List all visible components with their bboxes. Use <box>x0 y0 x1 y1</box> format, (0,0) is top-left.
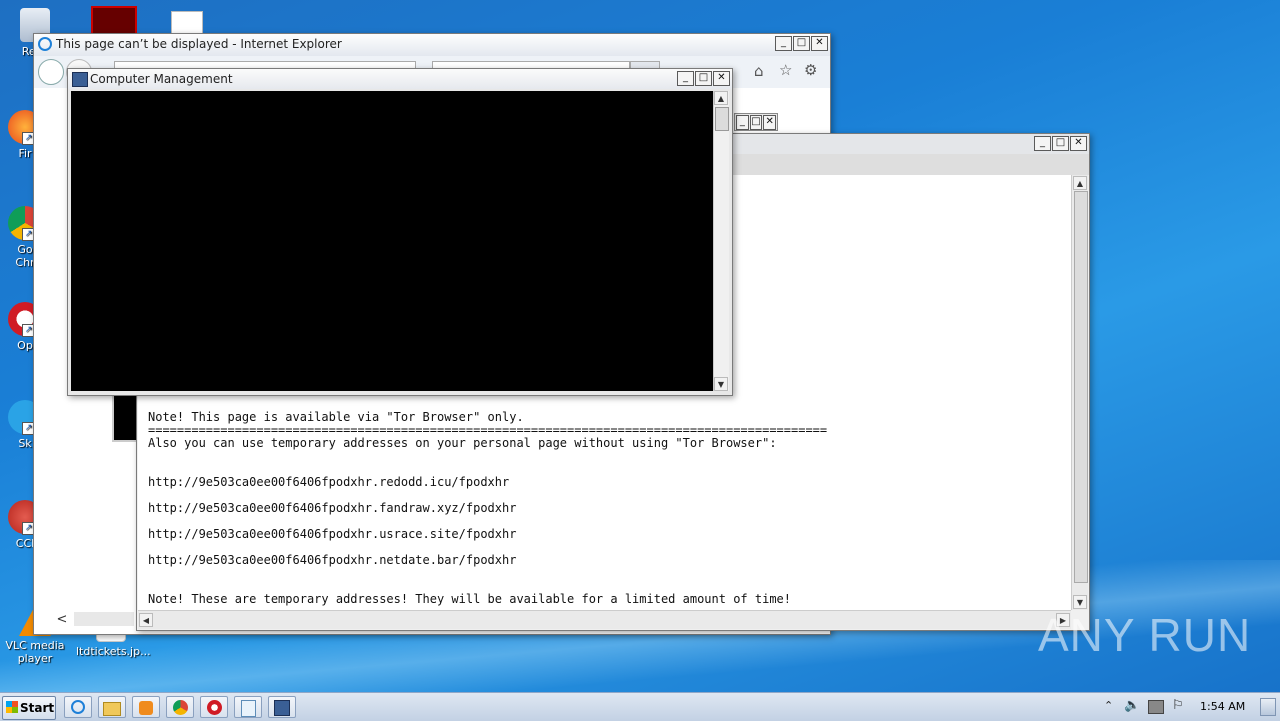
maximize-button[interactable]: □ <box>749 115 763 130</box>
computer-management-icon <box>274 700 290 716</box>
ie-icon <box>71 700 85 714</box>
show-hidden-icons-chevron-icon[interactable]: ⌃ <box>1104 699 1113 712</box>
close-button[interactable]: ✕ <box>1070 136 1087 151</box>
note-line <box>148 567 827 580</box>
cm-vscroll[interactable]: ▲ ▼ <box>713 91 729 391</box>
note-line: http://9e503ca0ee00f6406fpodxhr.redodd.i… <box>148 475 510 489</box>
favorites-star-icon[interactable]: ☆ <box>779 61 792 79</box>
windows-logo-icon <box>6 701 18 713</box>
taskbar-notepad-button[interactable] <box>234 696 262 718</box>
show-desktop-button[interactable] <box>1260 698 1276 716</box>
maximize-button[interactable]: □ <box>1052 136 1069 151</box>
minimize-button[interactable]: _ <box>1034 136 1051 151</box>
back-button[interactable] <box>38 59 64 85</box>
maximize-button[interactable]: □ <box>695 71 712 86</box>
note-line: http://9e503ca0ee00f6406fpodxhr.usrace.s… <box>148 527 517 541</box>
clock[interactable]: 1:54 AM <box>1200 700 1245 713</box>
ie-logo-icon <box>38 37 52 51</box>
ie-hscroll-track[interactable] <box>74 612 134 626</box>
action-center-flag-icon[interactable]: ⚐ <box>1172 698 1184 713</box>
close-button[interactable]: ✕ <box>763 115 777 130</box>
note-line: http://9e503ca0ee00f6406fpodxhr.netdate.… <box>148 553 517 567</box>
folder-icon <box>103 702 121 716</box>
minimize-button[interactable]: _ <box>775 36 792 51</box>
console-area[interactable] <box>71 91 713 391</box>
ie-titlebar[interactable]: This page can’t be displayed - Internet … <box>34 34 830 56</box>
computer-management-icon <box>72 72 88 87</box>
cm-titlebar[interactable]: Computer Management _ □ ✕ <box>68 69 732 89</box>
note-hscroll[interactable]: ◀ ▶ <box>138 610 1071 629</box>
minimize-button[interactable]: _ <box>736 115 749 130</box>
notepad-icon <box>240 700 256 717</box>
scroll-down-arrow-icon[interactable]: ▼ <box>714 377 728 391</box>
note-line <box>148 450 827 463</box>
taskbar-media-button[interactable] <box>132 696 160 718</box>
start-label: Start <box>20 701 55 715</box>
note-line: Also you can use temporary addresses on … <box>148 436 777 450</box>
start-button[interactable]: Start <box>2 696 56 720</box>
taskbar-explorer-button[interactable] <box>98 696 126 718</box>
opera-icon <box>206 700 222 715</box>
note-line: Note! These are temporary addresses! The… <box>148 592 791 606</box>
scroll-left-arrow-icon[interactable]: ◀ <box>139 613 153 627</box>
close-button[interactable]: ✕ <box>811 36 828 51</box>
taskbar-computer-management-button[interactable] <box>268 696 296 718</box>
scroll-down-arrow-icon[interactable]: ▼ <box>1073 595 1087 609</box>
chrome-icon <box>172 700 188 715</box>
taskbar: Start ⌃ 🔈 ⚐ 1:54 AM <box>0 692 1280 721</box>
taskbar-opera-button[interactable] <box>200 696 228 718</box>
taskbar-ie-button[interactable] <box>64 696 92 718</box>
system-tray: ⌃ 🔈 ⚐ 1:54 AM <box>1100 693 1280 721</box>
media-player-icon <box>139 701 153 715</box>
close-button[interactable]: ✕ <box>713 71 730 86</box>
scroll-up-arrow-icon[interactable]: ▲ <box>1073 176 1087 190</box>
network-icon[interactable] <box>1148 700 1164 714</box>
background-window-controls: _ □ ✕ <box>734 113 778 131</box>
anyrun-watermark: ANY RUN <box>1038 609 1252 661</box>
note-vscroll[interactable]: ▲ ▼ <box>1071 175 1088 610</box>
note-line: http://9e503ca0ee00f6406fpodxhr.fandraw.… <box>148 501 517 515</box>
ie-hscroll-left[interactable]: < <box>52 612 72 628</box>
scroll-thumb[interactable] <box>715 107 729 131</box>
scroll-thumb[interactable] <box>1074 191 1088 583</box>
gear-icon[interactable]: ⚙ <box>804 61 817 79</box>
taskbar-chrome-button[interactable] <box>166 696 194 718</box>
computer-management-window[interactable]: Computer Management _ □ ✕ ▲ ▼ <box>67 68 733 396</box>
scroll-up-arrow-icon[interactable]: ▲ <box>714 91 728 105</box>
minimize-button[interactable]: _ <box>677 71 694 86</box>
home-icon[interactable]: ⌂ <box>754 62 764 80</box>
ie-title: This page can’t be displayed - Internet … <box>56 37 342 51</box>
maximize-button[interactable]: □ <box>793 36 810 51</box>
cm-title: Computer Management <box>90 72 233 86</box>
volume-icon[interactable]: 🔈 <box>1124 698 1140 713</box>
